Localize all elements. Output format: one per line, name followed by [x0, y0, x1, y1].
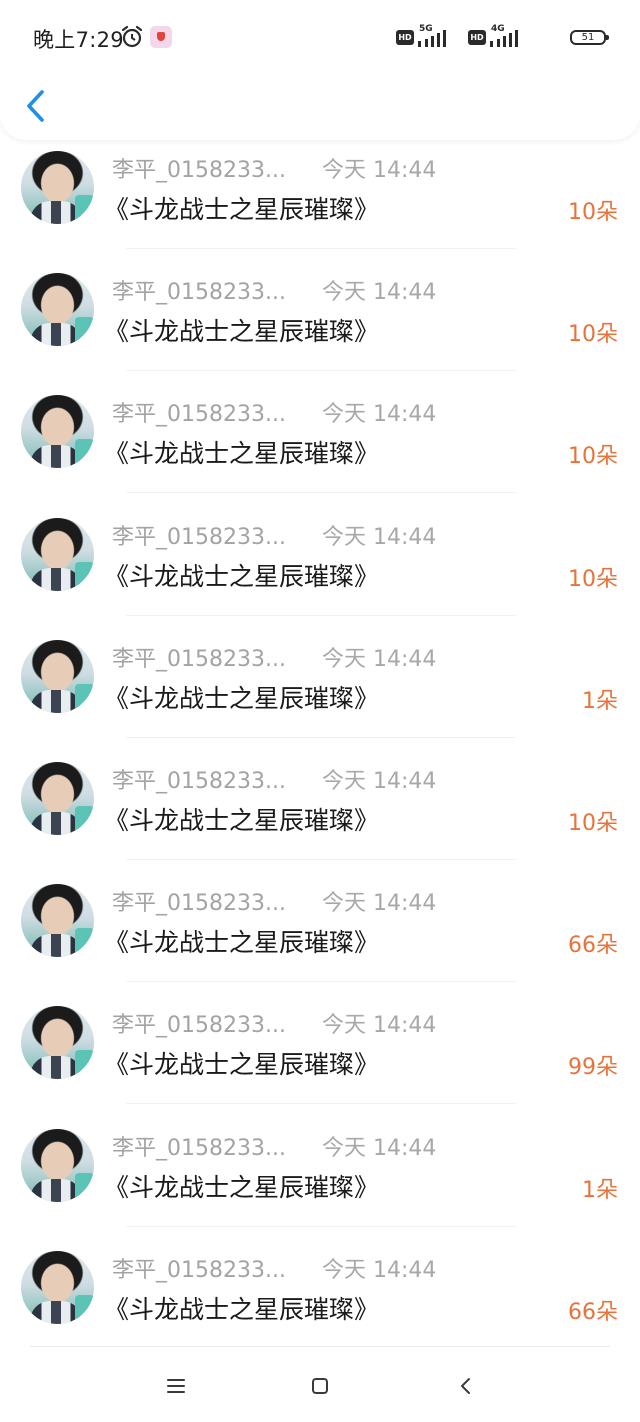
gift-title: 《斗龙战士之星辰璀璨》 — [104, 195, 380, 224]
menu-icon[interactable] — [161, 1371, 191, 1401]
hd-badge-2: HD — [468, 30, 486, 45]
gift-count: 10朵 — [568, 322, 618, 348]
back-button[interactable] — [18, 84, 54, 128]
gift-list-item[interactable]: 李平_0158233... 今天 14:44 《斗龙战士之星辰璀璨》 10朵 — [0, 262, 640, 384]
sent-time: 今天 14:44 — [322, 1135, 437, 1161]
row-divider — [126, 614, 516, 616]
sender-name: 李平_0158233... — [112, 1135, 286, 1161]
gift-count: 10朵 — [568, 566, 618, 592]
row-divider — [126, 1103, 516, 1105]
gift-title: 《斗龙战士之星辰璀璨》 — [104, 439, 380, 469]
gift-count: 1朵 — [582, 1177, 618, 1203]
sent-time: 今天 14:44 — [322, 1013, 437, 1039]
sent-time: 今天 14:44 — [322, 158, 437, 183]
row-divider — [126, 370, 516, 372]
gift-count: 1朵 — [582, 688, 618, 714]
gift-title: 《斗龙战士之星辰璀璨》 — [104, 683, 380, 713]
gift-title: 《斗龙战士之星辰璀璨》 — [104, 561, 380, 591]
battery-indicator: 51 — [570, 30, 609, 45]
system-nav-bar — [0, 1347, 640, 1422]
sender-name: 李平_0158233... — [112, 646, 286, 672]
gift-list-item[interactable]: 李平_0158233... 今天 14:44 《斗龙战士之星辰璀璨》 10朵 — [0, 507, 640, 629]
sender-name: 李平_0158233... — [112, 158, 286, 183]
avatar[interactable] — [21, 273, 94, 347]
sender-name: 李平_0158233... — [112, 1013, 286, 1039]
avatar[interactable] — [21, 639, 94, 713]
app-notification-icon — [150, 26, 172, 48]
status-time: 晚上7:29 — [33, 28, 124, 52]
gift-list-item[interactable]: 李平_0158233... 今天 14:44 《斗龙战士之星辰璀璨》 99朵 — [0, 995, 640, 1117]
row-divider — [126, 736, 516, 738]
avatar[interactable] — [21, 1250, 94, 1324]
avatar[interactable] — [21, 151, 94, 224]
status-bar: 晚上7:29 HD 5G HD 4G 51 — [0, 0, 640, 76]
gift-title: 《斗龙战士之星辰璀璨》 — [104, 317, 380, 347]
gift-list-item[interactable]: 李平_0158233... 今天 14:44 《斗龙战士之星辰璀璨》 1朵 — [0, 629, 640, 751]
row-divider — [126, 492, 516, 494]
sent-time: 今天 14:44 — [322, 280, 437, 306]
gift-title: 《斗龙战士之星辰璀璨》 — [104, 928, 380, 958]
avatar[interactable] — [21, 1006, 94, 1080]
gift-records-screen: 晚上7:29 HD 5G HD 4G 51 李平_0158233... 今天 1… — [0, 0, 640, 1422]
gift-title: 《斗龙战士之星辰璀璨》 — [104, 1294, 380, 1324]
gift-list-item[interactable]: 李平_0158233... 今天 14:44 《斗龙战士之星辰璀璨》 10朵 — [0, 751, 640, 873]
row-divider — [126, 981, 516, 983]
signal-5g-icon — [418, 30, 446, 47]
home-icon[interactable] — [305, 1371, 335, 1401]
sent-time: 今天 14:44 — [322, 524, 437, 550]
gift-list: 李平_0158233... 今天 14:44 《斗龙战士之星辰璀璨》 10朵 李平_01… — [0, 140, 640, 1362]
back-icon[interactable] — [451, 1371, 481, 1401]
avatar[interactable] — [21, 1128, 94, 1202]
alarm-icon — [121, 25, 143, 48]
signal-4g-icon — [490, 30, 518, 47]
row-divider — [126, 858, 516, 860]
gift-title: 《斗龙战士之星辰璀璨》 — [104, 1172, 380, 1202]
gift-title: 《斗龙战士之星辰璀璨》 — [104, 1050, 380, 1080]
avatar[interactable] — [21, 395, 94, 469]
gift-list-item[interactable]: 李平_0158233... 今天 14:44 《斗龙战士之星辰璀璨》 10朵 — [0, 140, 640, 262]
row-divider — [126, 248, 516, 249]
sent-time: 今天 14:44 — [322, 891, 437, 917]
sender-name: 李平_0158233... — [112, 891, 286, 917]
header: 晚上7:29 HD 5G HD 4G 51 — [0, 0, 640, 140]
avatar[interactable] — [21, 761, 94, 835]
gift-list-item[interactable]: 李平_0158233... 今天 14:44 《斗龙战士之星辰璀璨》 66朵 — [0, 873, 640, 995]
avatar[interactable] — [21, 517, 94, 591]
sender-name: 李平_0158233... — [112, 402, 286, 428]
gift-title: 《斗龙战士之星辰璀璨》 — [104, 805, 380, 835]
row-divider — [126, 1225, 516, 1227]
gift-count: 10朵 — [568, 444, 618, 470]
gift-count: 66朵 — [568, 933, 618, 959]
sender-name: 李平_0158233... — [112, 1257, 286, 1283]
sent-time: 今天 14:44 — [322, 1257, 437, 1283]
hd-badge: HD — [396, 30, 414, 45]
avatar[interactable] — [21, 884, 94, 958]
sent-time: 今天 14:44 — [322, 646, 437, 672]
gift-count: 10朵 — [568, 810, 618, 836]
gift-count: 99朵 — [568, 1055, 618, 1081]
sent-time: 今天 14:44 — [322, 768, 437, 794]
sent-time: 今天 14:44 — [322, 402, 437, 428]
sender-name: 李平_0158233... — [112, 524, 286, 550]
gift-list-item[interactable]: 李平_0158233... 今天 14:44 《斗龙战士之星辰璀璨》 10朵 — [0, 384, 640, 506]
gift-list-item[interactable]: 李平_0158233... 今天 14:44 《斗龙战士之星辰璀璨》 66朵 — [0, 1240, 640, 1362]
status-indicators: HD 5G HD 4G 51 — [396, 24, 609, 50]
sender-name: 李平_0158233... — [112, 280, 286, 306]
gift-list-item[interactable]: 李平_0158233... 今天 14:44 《斗龙战士之星辰璀璨》 1朵 — [0, 1118, 640, 1240]
gift-count: 10朵 — [568, 200, 618, 225]
sender-name: 李平_0158233... — [112, 768, 286, 794]
gift-count: 66朵 — [568, 1299, 618, 1325]
